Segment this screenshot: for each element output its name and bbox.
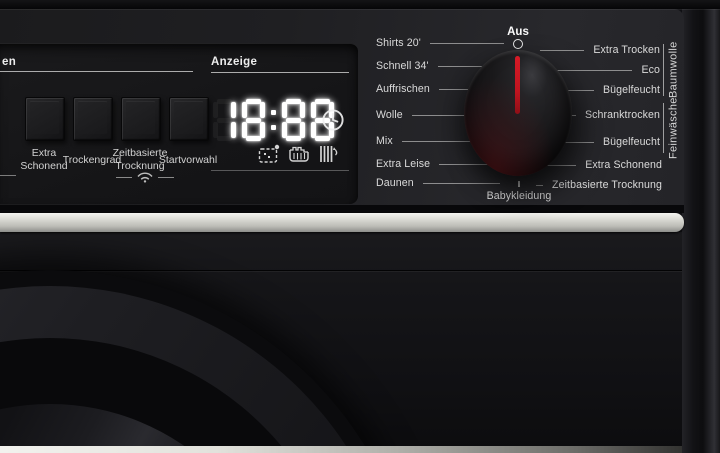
program-label: Bügelfeucht bbox=[603, 136, 660, 148]
program-label: Extra Trocken bbox=[593, 44, 660, 56]
group-bracket-feinwaesche bbox=[663, 103, 664, 153]
program-label: Shirts 20' bbox=[376, 37, 421, 49]
dryer-product-photo: en Anzeige Extra Schonend Trockengrad Ze… bbox=[0, 0, 720, 453]
door-frame-ring bbox=[0, 286, 404, 453]
lint-filter-icon bbox=[288, 145, 310, 163]
group-label-feinwaesche: Feinwäsche bbox=[666, 99, 681, 157]
button-extra-schonend[interactable] bbox=[25, 97, 65, 141]
machine-side-panel bbox=[682, 0, 720, 453]
wifi-flank-line bbox=[158, 177, 174, 178]
program-pointer-line bbox=[423, 183, 500, 184]
program-label: Schnell 34' bbox=[376, 60, 429, 72]
button-trockengrad[interactable] bbox=[73, 97, 113, 141]
wifi-icon bbox=[136, 170, 154, 183]
water-tank-icon bbox=[258, 144, 280, 164]
recessed-control-section: en Anzeige Extra Schonend Trockengrad Ze… bbox=[0, 43, 358, 204]
door[interactable] bbox=[0, 270, 420, 453]
program-label: Auffrischen bbox=[376, 83, 430, 95]
door-inner-shadow-ring bbox=[0, 338, 352, 453]
program-label: Bügelfeucht bbox=[603, 84, 660, 96]
display-digit bbox=[282, 99, 305, 141]
heat-exchanger-icon bbox=[319, 144, 339, 164]
knob-red-pointer bbox=[515, 56, 520, 114]
display-time bbox=[213, 99, 334, 141]
edge-partial-line bbox=[0, 175, 16, 176]
program-label: Schranktrocken bbox=[585, 109, 660, 121]
control-panel: en Anzeige Extra Schonend Trockengrad Ze… bbox=[0, 0, 684, 233]
button-cap bbox=[78, 101, 107, 134]
program-label: Zeitbasierte Trocknung bbox=[552, 179, 662, 191]
silver-trim-strip bbox=[0, 213, 684, 232]
program-label: Wolle bbox=[376, 109, 403, 121]
left-section-header-partial: en bbox=[2, 56, 16, 68]
panel-bottom-shadow bbox=[0, 205, 684, 213]
display-colon bbox=[271, 110, 276, 130]
machine-front-body bbox=[0, 232, 720, 453]
display-digit bbox=[213, 99, 236, 141]
program-pointer-line bbox=[536, 185, 543, 186]
clock-icon bbox=[321, 108, 345, 132]
wifi-flank-line bbox=[116, 177, 132, 178]
program-label: Extra Leise bbox=[376, 158, 430, 170]
button-cap bbox=[174, 101, 203, 134]
program-pointer-line bbox=[540, 50, 584, 51]
left-section-underline bbox=[0, 71, 193, 72]
display-underline-top bbox=[211, 72, 349, 73]
machine-top-edge bbox=[0, 0, 720, 9]
program-pointer-line bbox=[430, 43, 504, 44]
button-cap bbox=[30, 101, 59, 134]
display-underline-bottom bbox=[211, 170, 349, 171]
program-label: Extra Schonend bbox=[585, 159, 662, 171]
button-startvorwahl[interactable] bbox=[169, 97, 209, 141]
babykleidung-tick bbox=[518, 181, 520, 187]
button-zeitbasierte-trocknung[interactable] bbox=[121, 97, 161, 141]
display-section-header: Anzeige bbox=[211, 56, 257, 68]
program-label: Eco bbox=[641, 64, 660, 76]
button-label: Startvorwahl bbox=[156, 146, 220, 174]
program-label: Mix bbox=[376, 135, 393, 147]
display-digit bbox=[242, 99, 265, 141]
button-cap bbox=[126, 101, 155, 134]
floor-strip bbox=[0, 446, 720, 453]
group-label-baumwolle: Baumwolle bbox=[666, 40, 681, 100]
program-label: Daunen bbox=[376, 177, 414, 189]
group-bracket-baumwolle bbox=[663, 44, 664, 96]
program-dial-knob[interactable] bbox=[464, 50, 572, 176]
dial-off-dot bbox=[513, 39, 523, 49]
body-seam-line bbox=[0, 270, 720, 271]
